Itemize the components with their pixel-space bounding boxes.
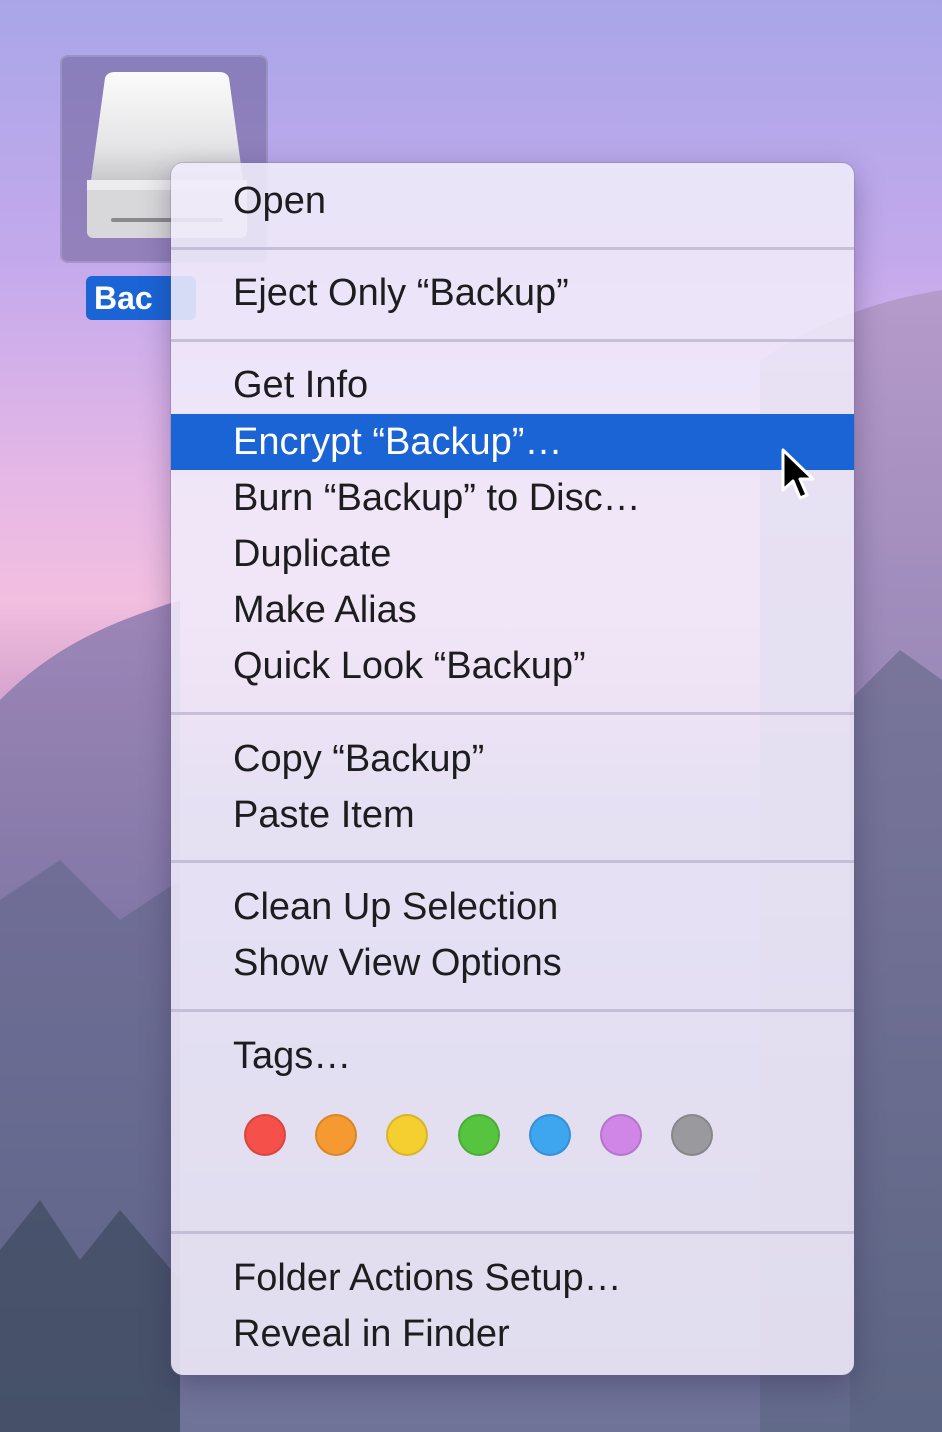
menu-separator xyxy=(171,712,854,715)
menu-item-encrypt[interactable]: Encrypt “Backup”… xyxy=(171,414,854,470)
mouse-pointer-icon xyxy=(781,448,815,500)
tag-purple-swatch[interactable] xyxy=(600,1114,642,1156)
menu-item-reveal-in-finder[interactable]: Reveal in Finder xyxy=(171,1306,854,1362)
menu-item-make-alias[interactable]: Make Alias xyxy=(171,582,854,638)
menu-separator xyxy=(171,247,854,250)
tag-green-swatch[interactable] xyxy=(458,1114,500,1156)
menu-item-paste-item[interactable]: Paste Item xyxy=(171,787,854,843)
menu-item-open[interactable]: Open xyxy=(171,173,854,229)
menu-separator xyxy=(171,1009,854,1012)
menu-item-show-view-options[interactable]: Show View Options xyxy=(171,935,854,991)
tag-red-swatch[interactable] xyxy=(244,1114,286,1156)
menu-item-get-info[interactable]: Get Info xyxy=(171,357,854,413)
menu-separator xyxy=(171,1231,854,1234)
menu-item-burn-to-disc[interactable]: Burn “Backup” to Disc… xyxy=(171,470,854,526)
tag-orange-swatch[interactable] xyxy=(315,1114,357,1156)
menu-separator xyxy=(171,339,854,342)
menu-item-folder-actions-setup[interactable]: Folder Actions Setup… xyxy=(171,1250,854,1306)
tag-gray-swatch[interactable] xyxy=(671,1114,713,1156)
menu-separator xyxy=(171,860,854,863)
context-menu: Open Eject Only “Backup” Get Info Encryp… xyxy=(171,163,854,1375)
menu-item-eject-only[interactable]: Eject Only “Backup” xyxy=(171,265,854,321)
tag-yellow-swatch[interactable] xyxy=(386,1114,428,1156)
menu-item-quick-look[interactable]: Quick Look “Backup” xyxy=(171,638,854,694)
menu-item-duplicate[interactable]: Duplicate xyxy=(171,526,854,582)
menu-item-tags[interactable]: Tags… xyxy=(171,1028,854,1084)
menu-item-clean-up-selection[interactable]: Clean Up Selection xyxy=(171,879,854,935)
tag-blue-swatch[interactable] xyxy=(529,1114,571,1156)
menu-item-copy[interactable]: Copy “Backup” xyxy=(171,731,854,787)
